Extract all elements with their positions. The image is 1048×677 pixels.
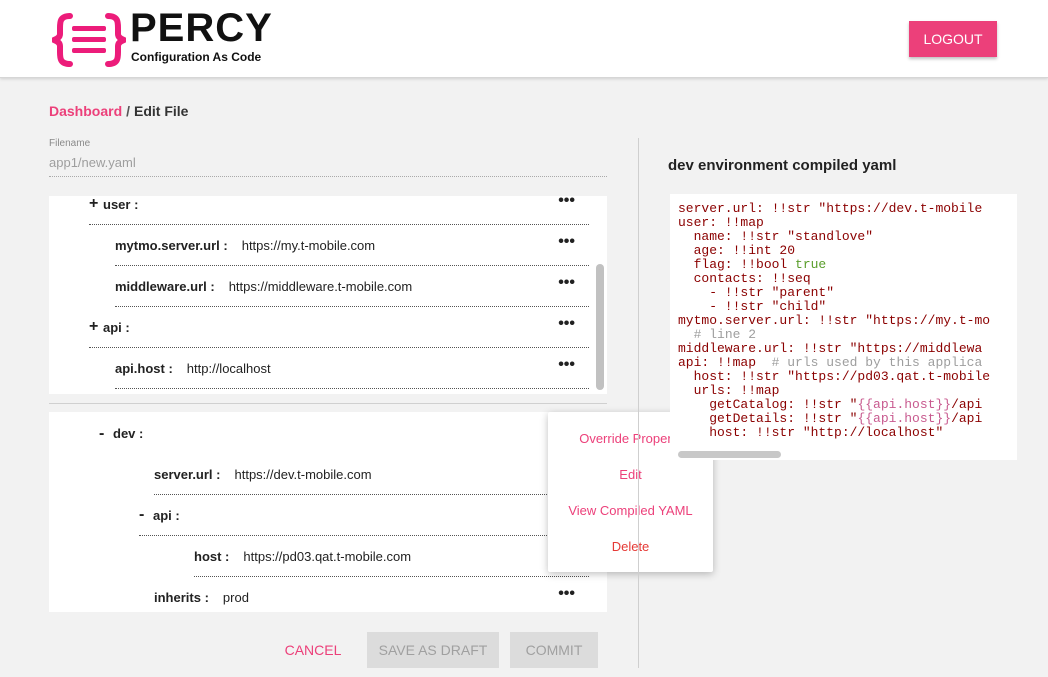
section-divider [49,403,607,404]
yaml-line: host: !!str "http://localhost" [678,425,944,440]
yaml-line: server.url: !!str "https://dev.t-mobile [678,201,983,216]
logout-button[interactable]: LOGOUT [909,21,997,57]
property-key: server.url : [154,466,221,482]
property-key: user : [103,196,139,212]
yaml-line: age: !!int 20 [678,243,796,258]
tree-row-inherits[interactable]: inherits : prod ••• [154,577,589,612]
yaml-line: host: !!str "https://pd03.qat.t-mobile [678,369,991,384]
yaml-line: - !!str "parent" [678,285,835,300]
more-options-icon[interactable]: ••• [558,315,575,333]
more-options-icon[interactable]: ••• [558,233,575,251]
more-options-icon[interactable]: ••• [558,196,575,210]
tree-row-api[interactable]: + api : ••• [89,307,589,348]
tree-row-user[interactable]: + user : ••• [89,196,589,225]
more-options-icon[interactable]: ••• [558,274,575,292]
yaml-line: mytmo.server.url: !!str "https://my.t-mo [678,313,991,328]
yaml-code: server.url: !!str "https://dev.t-mobile u… [678,202,990,440]
logo-title: PERCY [130,6,273,50]
property-key: inherits : [154,590,209,605]
default-properties-tree: + user : ••• mytmo.server.url : https://… [49,196,607,394]
breadcrumb-separator: / [126,103,131,119]
property-value: https://pd03.qat.t-mobile.com [243,548,412,564]
property-key: api : [153,507,180,523]
more-options-icon[interactable]: ••• [558,356,575,374]
yaml-line: api: !!map # urls used by this applica [678,355,983,370]
cancel-button[interactable]: CANCEL [270,632,356,668]
filename-field[interactable]: app1/new.yaml [49,155,607,177]
property-key: api.host : [115,360,173,376]
more-options-icon[interactable]: ••• [558,585,575,603]
yaml-line: getCatalog: !!str "{{api.host}}/api [678,397,983,412]
property-value: prod [222,590,249,605]
filename-label: Filename [49,138,91,149]
tree-row-middleware-url[interactable]: middleware.url : https://middleware.t-mo… [115,266,589,307]
yaml-line: - !!str "child" [678,299,827,314]
yaml-line: getDetails: !!str "{{api.host}}/api [678,411,983,426]
property-key: mytmo.server.url : [115,237,228,253]
yaml-line: urls: !!map [678,383,780,398]
expand-icon[interactable]: + [89,196,103,213]
expand-icon[interactable]: + [89,318,103,336]
property-value: https://dev.t-mobile.com [234,466,372,482]
property-value: http://localhost [186,360,271,376]
property-value: https://my.t-mobile.com [241,237,376,253]
menu-view-compiled-yaml[interactable]: View Compiled YAML [548,503,713,518]
yaml-horizontal-scrollbar[interactable] [678,451,781,458]
collapse-icon[interactable]: - [139,506,153,524]
breadcrumb-current: Edit File [134,103,189,119]
collapse-icon[interactable]: - [99,425,113,443]
property-key: host : [194,548,230,564]
yaml-line: user: !!map [678,215,764,230]
tree-row-mytmo-server-url[interactable]: mytmo.server.url : https://my.t-mobile.c… [115,225,589,266]
tree-row-dev[interactable]: - dev : [99,413,589,454]
panel-divider [638,138,639,668]
commit-button[interactable]: COMMIT [510,632,598,668]
tree-row-server-url[interactable]: server.url : https://dev.t-mobile.com [154,454,589,495]
percy-logo-icon [52,13,126,67]
yaml-line: flag: !!bool true [678,257,827,272]
tree-scrollbar[interactable] [596,264,604,390]
compiled-yaml-viewer[interactable]: server.url: !!str "https://dev.t-mobile u… [670,194,1017,460]
menu-delete[interactable]: Delete [548,539,713,554]
property-key: api : [103,319,130,335]
menu-edit[interactable]: Edit [548,467,713,482]
property-value: https://middleware.t-mobile.com [228,278,413,294]
breadcrumb: Dashboard / Edit File [49,103,188,119]
environment-properties-tree: - dev : server.url : https://dev.t-mobil… [49,412,607,612]
yaml-line: name: !!str "standlove" [678,229,874,244]
yaml-panel-title: dev environment compiled yaml [668,157,897,174]
breadcrumb-dashboard-link[interactable]: Dashboard [49,103,122,119]
property-key: dev : [113,426,144,441]
yaml-line: # line 2 [693,327,757,342]
property-key: middleware.url : [115,278,215,294]
yaml-line: contacts: !!seq [678,271,811,286]
tree-row-dev-api[interactable]: - api : [139,495,589,536]
save-as-draft-button[interactable]: SAVE AS DRAFT [367,632,499,668]
app-header: PERCY Configuration As Code LOGOUT [0,0,1048,78]
yaml-line: middleware.url: !!str "https://middlewa [678,341,983,356]
tree-row-api-host[interactable]: api.host : http://localhost ••• [115,348,589,389]
tree-row-host[interactable]: host : https://pd03.qat.t-mobile.com [194,536,589,577]
logo-subtitle: Configuration As Code [131,50,262,64]
